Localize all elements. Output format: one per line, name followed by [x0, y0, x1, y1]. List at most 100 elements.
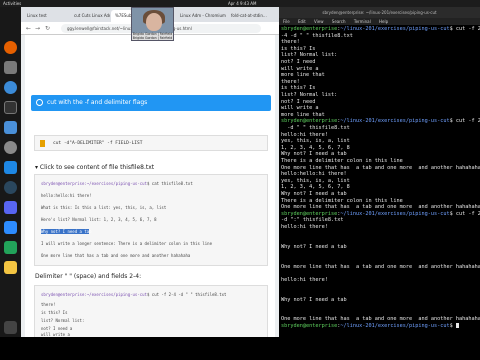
code-icon[interactable] [4, 161, 17, 174]
terminal-line: list? Normal list: [281, 52, 338, 59]
terminal-line: One more line that has a tab and one mor… [281, 164, 480, 171]
terminal-line: 1, 2, 3, 4, 5, 6, 7, 8 [281, 184, 350, 191]
notes-icon[interactable] [4, 261, 17, 274]
settings-icon[interactable] [4, 141, 17, 154]
menu-terminal[interactable]: Terminal [354, 19, 371, 24]
terminal-line: Why not? I need a tab [281, 151, 347, 158]
terminal-cursor [455, 323, 459, 328]
terminal-menu: File Edit View Search Terminal Help [279, 18, 480, 25]
terminal-line: -d " " thisfile8.txt [281, 125, 350, 131]
section-heading: cut with the -f and delimiter flags [31, 95, 271, 111]
menu-help[interactable]: Help [379, 19, 388, 24]
terminal-line: there! [281, 39, 300, 46]
terminal-window[interactable]: sbryden@enterprise: ~/linux-201/exercise… [279, 7, 480, 337]
terminal-line: list? Normal list: [281, 92, 338, 98]
back-icon[interactable]: ← [26, 25, 31, 32]
clock[interactable]: Apr 4 9:43 AM [228, 1, 256, 6]
apps-grid-icon[interactable] [4, 321, 17, 334]
terminal-line: Why not? I need a tab [281, 243, 347, 250]
terminal-line: sbryden@enterprise:~/linux-201/exercises… [281, 26, 480, 32]
section-title: cut with the -f and delimiter flags [47, 99, 148, 106]
forward-icon[interactable]: → [35, 25, 40, 32]
terminal-line: sbryden@enterprise:~/linux-201/exercises… [281, 210, 480, 217]
page-viewport[interactable]: cut with the -f and delimiter flags cut … [21, 35, 279, 337]
terminal-line: not? I need [281, 98, 316, 105]
tab-5[interactable]: fold-cat-at-stdin... [227, 10, 275, 22]
terminal-line: 1, 2, 3, 4, 5, 6, 7, 8 [281, 144, 350, 151]
command-box: cut -d"A-DELIMITER" -f FIELD-LIST [34, 135, 268, 151]
menu-file[interactable]: File [283, 19, 290, 24]
terminal-line: -d ":" thisfile8.txt [281, 217, 344, 224]
terminal-line: not? I need [281, 59, 316, 65]
tab-4[interactable]: Linux Adm - Chromium [176, 10, 226, 22]
code-block-cat: sbryden@enterprise:~/exercises/piping-us… [34, 174, 268, 266]
delimiter-paragraph: Delimiter " " (space) and fields 2-4: [35, 273, 142, 280]
code-line-selected: Why not? I need a tab [41, 229, 92, 234]
terminal-line: will write a [281, 105, 319, 112]
menu-search[interactable]: Search [332, 19, 346, 24]
webcam-caption: Brigida Gordon | Fairfield Brigida Gordo… [132, 32, 173, 40]
activities-button[interactable]: Activities [3, 1, 21, 6]
code-block-cut: sbryden@enterprise:~/exercises/piping-us… [34, 285, 268, 337]
top-bar: Activities Apr 4 9:43 AM [0, 0, 480, 7]
terminal-line: yes, this, is, a, list [281, 138, 350, 145]
terminal-prompt-icon [40, 140, 45, 147]
terminal-line: will write a [281, 65, 319, 72]
terminal-line: -4 -d " " thisfile8.txt [281, 32, 353, 39]
code-line: is this? Is [41, 310, 68, 315]
browser-window: Linux test cut Cuts Linux Adm... %7ESubs… [21, 7, 279, 337]
terminal-line: sbryden@enterprise:~/linux-201/exercises… [281, 118, 480, 125]
code-line: not? I need a [41, 326, 73, 331]
code-line: hello:hello:hi there! [41, 193, 92, 198]
terminal-line: One more line that has a tab and one mor… [281, 263, 480, 270]
menu-view[interactable]: View [314, 19, 324, 24]
terminal-line: hello:hi there! [281, 131, 328, 138]
webcam-overlay[interactable]: Brigida Gordon | Fairfield Brigida Gordo… [131, 7, 174, 41]
desktop: Activities Apr 4 9:43 AM Linux test cut … [0, 0, 480, 360]
terminal-line: more line that [281, 111, 325, 118]
firefox-icon[interactable] [4, 41, 17, 54]
spreadsheet-icon[interactable] [4, 241, 17, 254]
zoom-icon[interactable] [4, 221, 17, 234]
terminal-line: There is a delimiter colon in this line [281, 158, 403, 164]
terminal-line: Why not? I need a tab [281, 191, 347, 197]
terminal-title: sbryden@enterprise: ~/linux-201/exercise… [279, 7, 480, 18]
terminal-line: hello:hi there! [281, 276, 328, 283]
menu-edit[interactable]: Edit [298, 19, 306, 24]
code-line: I will write a longer sentence: There is… [41, 241, 212, 246]
terminal-line: yes, this, is, a, list [281, 177, 350, 184]
details-summary[interactable]: ▾ Click to see content of file thisfile8… [35, 164, 154, 171]
command-text: cut -d"A-DELIMITER" -f FIELD-LIST [53, 141, 143, 146]
code-line: sbryden@enterprise:~/exercises/piping-us… [41, 292, 227, 297]
terminal-line: Why not? I need a tab [281, 296, 347, 303]
terminal-output[interactable]: sbryden@enterprise:~/linux-201/exercises… [281, 26, 480, 336]
terminal-icon[interactable] [4, 101, 17, 114]
steam-icon[interactable] [4, 181, 17, 194]
code-line: Here's list? Normal list: 1, 2, 3, 4, 5,… [41, 217, 157, 222]
terminal-line: One more line that has a tab and one mor… [281, 204, 480, 211]
terminal-line: is this? Is [281, 45, 316, 52]
tab-1[interactable]: Linux test [23, 10, 69, 22]
terminal-line: hello:hi there! [281, 224, 328, 230]
files-icon[interactable] [4, 61, 17, 74]
terminal-line: There is a delimiter colon in this line [281, 197, 403, 204]
discord-icon[interactable] [4, 201, 17, 214]
webcam-face [146, 13, 162, 31]
info-icon [36, 99, 43, 106]
code-line: there! [41, 302, 56, 307]
terminal-line: hello:hello:hi there! [281, 171, 347, 178]
page-content: cut with the -f and delimiter flags cut … [25, 35, 275, 337]
text-editor-icon[interactable] [4, 121, 17, 134]
terminal-line: is this? Is [281, 85, 316, 92]
terminal-line: sbryden@enterprise:~/linux-201/exercises… [281, 323, 459, 329]
code-line: list? Normal list: [41, 318, 85, 323]
terminal-line: more line that [281, 72, 325, 79]
code-line: sbryden@enterprise:~/exercises/piping-us… [41, 181, 193, 186]
bottom-letterbox [0, 337, 480, 360]
code-line: What is this: Is this a list: yes, this,… [41, 205, 167, 210]
code-line: One more line that has a tab and one mor… [41, 253, 191, 258]
terminal-line: One more line that has a tab and one mor… [281, 316, 480, 323]
reload-icon[interactable]: ↻ [45, 25, 50, 32]
chrome-icon[interactable] [4, 81, 17, 94]
tab-2[interactable]: cut Cuts Linux Adm... [70, 10, 110, 22]
